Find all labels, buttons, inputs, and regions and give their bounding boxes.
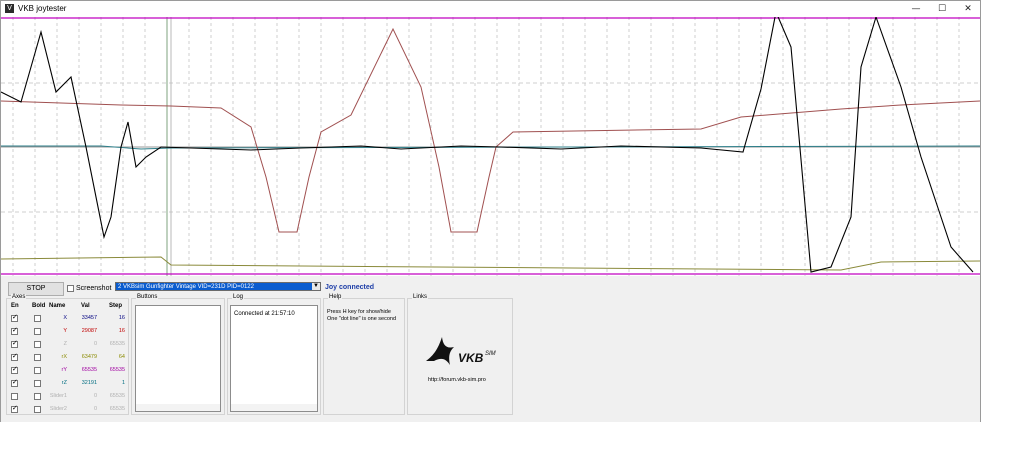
axes-group-title: Axes: [11, 294, 27, 300]
header-step: Step: [109, 303, 123, 309]
buttons-hscroll[interactable]: [136, 404, 220, 411]
links-group: Links VKB SIM http://forum.vkb-sim.pro: [407, 294, 513, 415]
axis-enable-checkbox[interactable]: [11, 326, 18, 335]
axis-traces: [1, 17, 980, 276]
trace-y: [1, 27, 980, 233]
axis-value: 33457: [81, 315, 97, 321]
minimize-button[interactable]: —: [904, 1, 928, 17]
axis-value: 29087: [81, 328, 97, 334]
axis-bold-checkbox[interactable]: [34, 315, 41, 322]
chevron-down-icon[interactable]: ▼: [312, 283, 320, 290]
axis-enable-checkbox[interactable]: [11, 313, 18, 322]
help-text-2: One "dot line" is one second: [327, 316, 397, 322]
axis-value: 32191: [81, 380, 97, 386]
axis-plot-area: [1, 17, 980, 276]
axis-step: 65535: [109, 393, 125, 399]
axis-name: Slider1: [49, 393, 67, 399]
vkb-logo-sup: SIM: [485, 351, 496, 357]
axis-enable-checkbox[interactable]: [11, 393, 18, 400]
axis-name: rZ: [61, 380, 67, 386]
device-select[interactable]: 2 VKBsim Gunfighter Vintage VID=231D PID…: [115, 282, 321, 291]
axis-name: X: [63, 315, 67, 321]
screenshot-label: Screenshot: [76, 285, 112, 292]
axis-name: Z: [63, 341, 67, 347]
axis-value: 65535: [81, 367, 97, 373]
vkb-bird-logo-icon[interactable]: [424, 331, 462, 369]
axis-name: rX: [61, 354, 68, 360]
app-window: V VKB joytester — ☐ ✕ STOP Screenshot 2 …: [0, 0, 981, 422]
window-title: VKB joytester: [18, 4, 67, 13]
screenshot-checkbox[interactable]: [67, 285, 74, 292]
title-bar: V VKB joytester — ☐ ✕: [1, 1, 980, 17]
buttons-group: Buttons: [131, 294, 225, 415]
axis-step: 16: [118, 328, 125, 334]
axis-bold-checkbox[interactable]: [34, 341, 41, 348]
links-group-title: Links: [412, 294, 429, 300]
header-val: Val: [81, 303, 90, 309]
vkb-logo-text: VKB: [458, 351, 484, 365]
help-group-title: Help: [328, 294, 343, 300]
trace-rx: [1, 256, 980, 271]
axis-value: 0: [93, 341, 97, 347]
close-button[interactable]: ✕: [956, 1, 980, 17]
header-en: En: [11, 303, 19, 309]
log-group: Log Connected at 21:57:10: [227, 294, 321, 415]
buttons-list[interactable]: [135, 305, 221, 412]
axis-step: 1: [121, 380, 125, 386]
axis-name: Slider2: [49, 406, 67, 412]
axis-enable-checkbox[interactable]: [11, 365, 18, 374]
axis-step: 64: [118, 354, 125, 360]
log-group-title: Log: [232, 294, 245, 300]
axis-bold-checkbox[interactable]: [34, 367, 41, 374]
header-name: Name: [49, 303, 66, 309]
log-entry: Connected at 21:57:10: [234, 311, 295, 317]
axis-bold-checkbox[interactable]: [34, 328, 41, 335]
axis-bold-checkbox[interactable]: [34, 380, 41, 387]
axis-enable-checkbox[interactable]: [11, 339, 18, 348]
help-text-1: Press H key for show/hide: [327, 309, 391, 315]
axis-step: 16: [118, 315, 125, 321]
axis-bold-checkbox[interactable]: [34, 406, 41, 413]
device-select-value: 2 VKBsim Gunfighter Vintage VID=231D PID…: [118, 284, 254, 290]
axis-enable-checkbox[interactable]: [11, 378, 18, 387]
app-logo-icon: V: [5, 4, 14, 13]
axis-step: 65535: [109, 367, 125, 373]
axis-value: 0: [93, 393, 97, 399]
axis-value: 63479: [81, 354, 97, 360]
maximize-button[interactable]: ☐: [930, 1, 954, 17]
forum-link[interactable]: http://forum.vkb-sim.pro: [428, 377, 486, 383]
header-bold: Bold: [32, 303, 46, 309]
axis-bold-checkbox[interactable]: [34, 354, 41, 361]
log-list[interactable]: Connected at 21:57:10: [230, 305, 318, 412]
axis-value: 0: [93, 406, 97, 412]
axis-step: 65535: [109, 406, 125, 412]
axis-enable-checkbox[interactable]: [11, 404, 18, 413]
axis-step: 65535: [109, 341, 125, 347]
log-hscroll[interactable]: [231, 404, 317, 411]
axis-bold-checkbox[interactable]: [34, 393, 41, 400]
buttons-group-title: Buttons: [136, 294, 159, 300]
axis-name: rY: [61, 367, 68, 373]
help-group: Help Press H key for show/hide One "dot …: [323, 294, 405, 415]
axis-enable-checkbox[interactable]: [11, 352, 18, 361]
axis-name: Y: [63, 328, 67, 334]
connection-status: Joy connected: [325, 284, 375, 291]
